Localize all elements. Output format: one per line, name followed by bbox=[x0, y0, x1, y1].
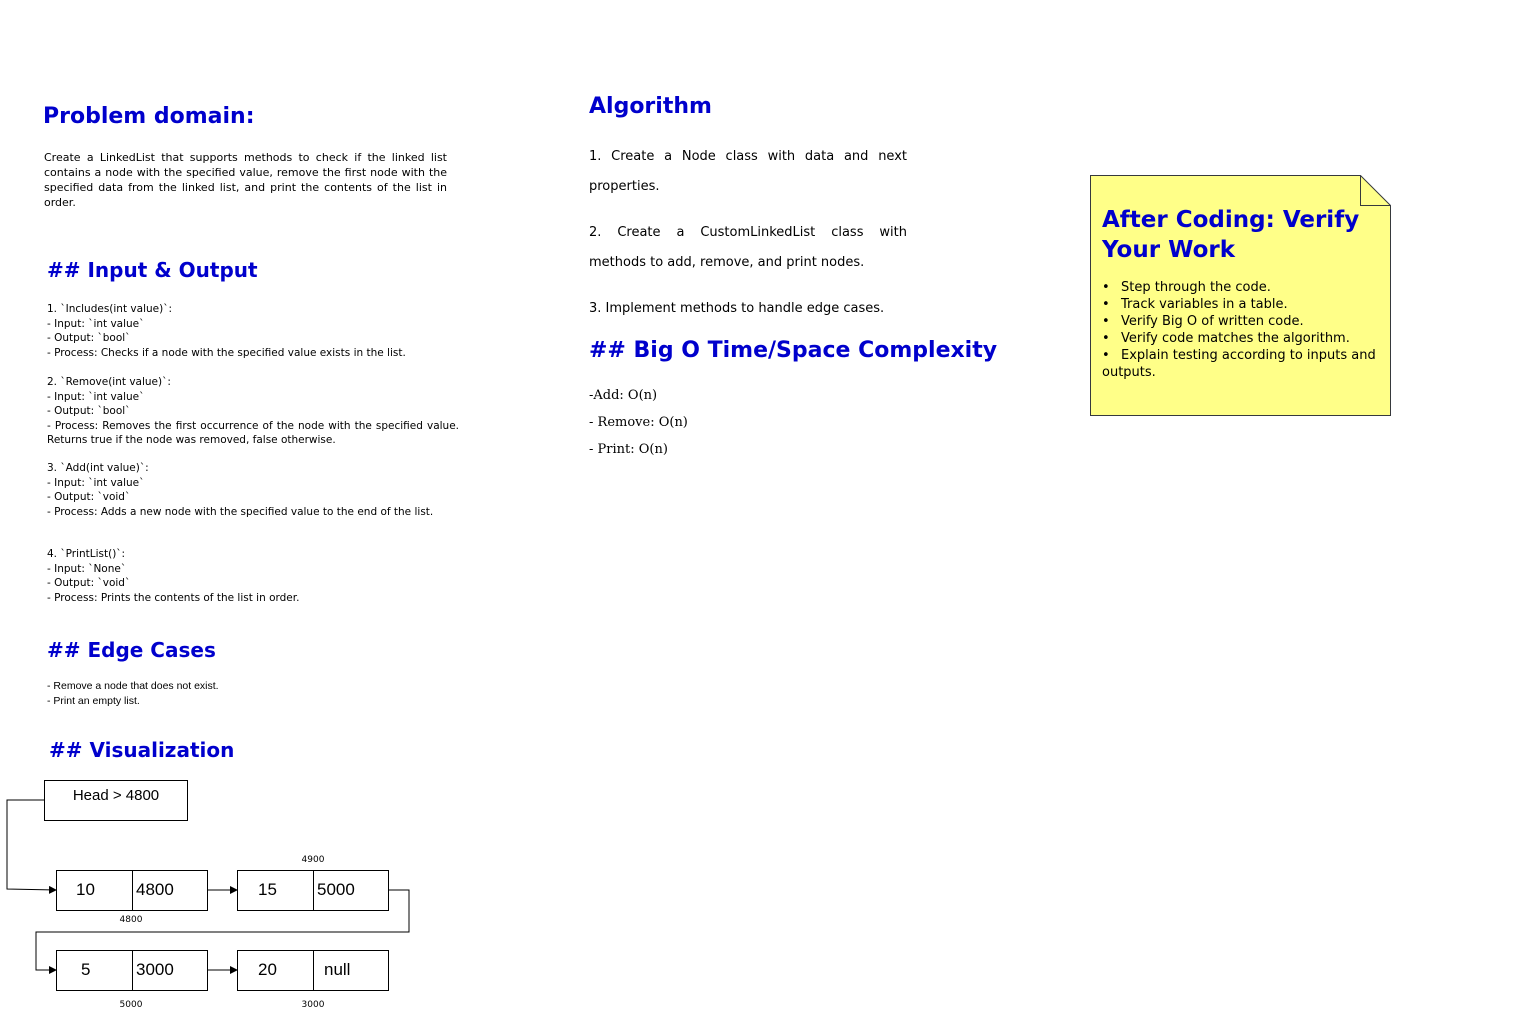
list-node: 20 null bbox=[237, 950, 389, 991]
node-next: 3000 bbox=[136, 960, 174, 979]
node-address: 4900 bbox=[301, 855, 325, 865]
algorithm-step-line: properties. bbox=[589, 179, 660, 194]
note-item-text: Verify Big O of written code. bbox=[1121, 314, 1304, 329]
node-value: 20 bbox=[258, 960, 277, 979]
node-value: 15 bbox=[258, 880, 277, 899]
list-node: 10 4800 bbox=[56, 870, 208, 911]
node-value: 5 bbox=[81, 960, 91, 979]
algorithm-step-line: methods to add, remove, and print nodes. bbox=[589, 255, 865, 270]
node-address: 3000 bbox=[301, 1000, 325, 1010]
algorithm-step-line: 2. Create a CustomLinkedList class with bbox=[589, 225, 907, 240]
bullet-icon: • bbox=[1102, 280, 1110, 295]
node-divider bbox=[313, 951, 314, 990]
bullet-icon: • bbox=[1102, 331, 1110, 346]
node-address: 5000 bbox=[119, 1000, 143, 1010]
head-pointer-label: Head > 4800 bbox=[72, 787, 160, 804]
big-o-item: - Remove: O(n) bbox=[589, 415, 688, 430]
big-o-item: -Add: O(n) bbox=[589, 388, 658, 403]
note-item-text: Track variables in a table. bbox=[1121, 297, 1288, 312]
node-divider bbox=[313, 871, 314, 910]
node-value: 10 bbox=[76, 880, 95, 899]
note-item: • Verify Big O of written code. bbox=[1102, 313, 1382, 330]
note-item: • Step through the code. bbox=[1102, 279, 1382, 296]
note-item-text: Step through the code. bbox=[1121, 280, 1271, 295]
node-address: 4800 bbox=[119, 915, 143, 925]
bullet-icon: • bbox=[1102, 314, 1110, 329]
list-node: 15 5000 bbox=[237, 870, 389, 911]
node-divider bbox=[132, 951, 133, 990]
note-item: • Verify code matches the algorithm. bbox=[1102, 330, 1382, 347]
algorithm-step-line: 1. Create a Node class with data and nex… bbox=[589, 149, 907, 164]
note-item: • Explain testing according to inputs and… bbox=[1102, 347, 1382, 381]
node-divider bbox=[132, 871, 133, 910]
node-next: null bbox=[324, 960, 351, 979]
bullet-icon: • bbox=[1102, 348, 1110, 363]
note-title: After Coding: Verify Your Work bbox=[1102, 207, 1360, 263]
algorithm-title: Algorithm bbox=[589, 94, 712, 119]
note-checklist: • Step through the code. • Track variables… bbox=[1102, 279, 1382, 381]
note-item-text: Verify code matches the algorithm. bbox=[1121, 331, 1350, 346]
head-pointer-box: Head > 4800 bbox=[44, 780, 188, 821]
verify-work-note: After Coding: Verify Your Work • Step thr… bbox=[1090, 175, 1391, 416]
list-node: 5 3000 bbox=[56, 950, 208, 991]
note-item-text: Explain testing according to inputs and … bbox=[1102, 348, 1376, 380]
algorithm-steps: 1. Create a Node class with data and nex… bbox=[589, 142, 907, 324]
big-o-list: -Add: O(n) - Remove: O(n) - Print: O(n) bbox=[589, 382, 688, 463]
node-next: 4800 bbox=[136, 880, 174, 899]
algorithm-step-line: 3. Implement methods to handle edge case… bbox=[589, 301, 885, 316]
big-o-title: ## Big O Time/Space Complexity bbox=[589, 338, 998, 363]
big-o-item: - Print: O(n) bbox=[589, 442, 668, 457]
node-next: 5000 bbox=[317, 880, 355, 899]
note-item: • Track variables in a table. bbox=[1102, 296, 1382, 313]
bullet-icon: • bbox=[1102, 297, 1110, 312]
